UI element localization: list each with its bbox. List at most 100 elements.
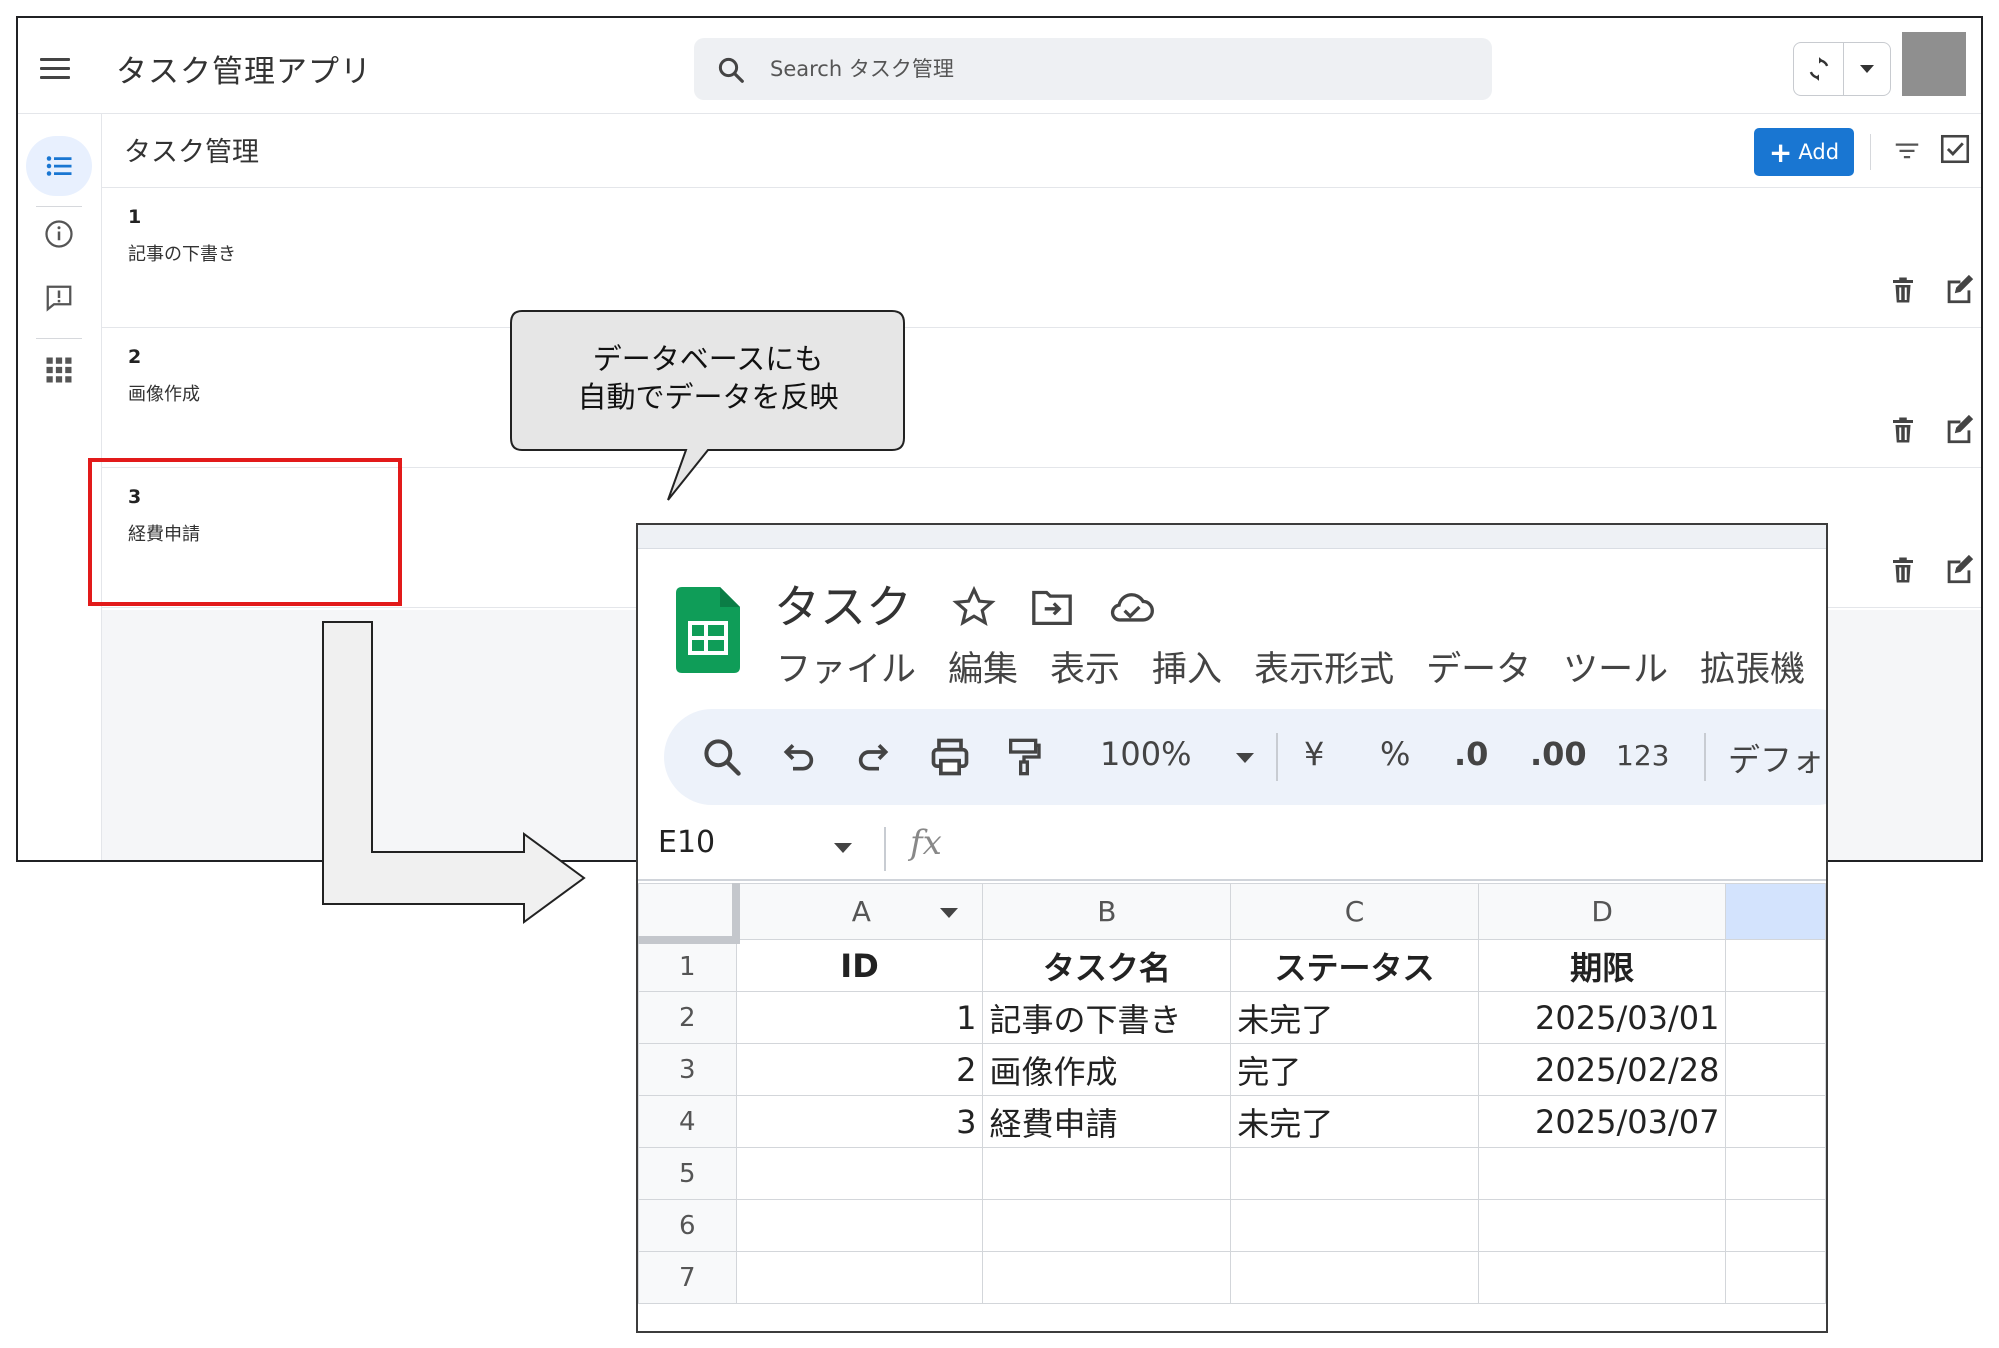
zoom-value[interactable]: 100% xyxy=(1100,735,1191,773)
avatar[interactable] xyxy=(1902,32,1966,96)
cell[interactable] xyxy=(1725,1043,1826,1096)
cell[interactable]: 1 xyxy=(735,991,984,1044)
nav-list-icon[interactable] xyxy=(26,136,92,196)
font-select[interactable]: デフォ. xyxy=(1728,735,1826,781)
cell[interactable]: 3 xyxy=(735,1095,984,1148)
currency-format-button[interactable]: ¥ xyxy=(1304,735,1324,773)
cell[interactable] xyxy=(1230,1199,1479,1252)
cell[interactable]: 2025/03/01 xyxy=(1477,991,1727,1044)
menu-insert[interactable]: 挿入 xyxy=(1152,641,1222,692)
increase-decimal-button[interactable]: .00 xyxy=(1530,735,1587,773)
menu-format[interactable]: 表示形式 xyxy=(1254,641,1394,692)
cell[interactable] xyxy=(982,1199,1232,1252)
decrease-decimal-button[interactable]: .0 xyxy=(1454,735,1488,773)
redo-icon[interactable] xyxy=(854,733,894,781)
cell[interactable] xyxy=(1725,1251,1826,1304)
menu-tools[interactable]: ツール xyxy=(1563,641,1668,692)
header-cell[interactable]: タスク名 xyxy=(982,939,1232,992)
menu-edit[interactable]: 編集 xyxy=(948,641,1018,692)
row-number[interactable]: 4 xyxy=(638,1095,737,1148)
document-title[interactable]: タスク xyxy=(774,571,912,637)
delete-icon[interactable] xyxy=(1888,414,1918,446)
delete-icon[interactable] xyxy=(1888,554,1918,586)
cell[interactable] xyxy=(1477,1147,1727,1200)
search-menu-icon[interactable] xyxy=(700,733,744,781)
delete-icon[interactable] xyxy=(1888,274,1918,306)
cell[interactable]: 2025/03/07 xyxy=(1477,1095,1727,1148)
cell[interactable]: 未完了 xyxy=(1230,991,1479,1044)
search-input[interactable]: Search タスク管理 xyxy=(770,38,954,100)
header-cell[interactable]: ID xyxy=(735,939,984,992)
edit-icon[interactable] xyxy=(1942,552,1976,586)
filter-icon[interactable] xyxy=(1892,136,1922,166)
menu-data[interactable]: データ xyxy=(1426,641,1531,692)
header-cell[interactable]: 期限 xyxy=(1477,939,1727,992)
sync-button[interactable] xyxy=(1794,43,1844,95)
cell[interactable]: 完了 xyxy=(1230,1043,1479,1096)
star-icon[interactable] xyxy=(952,585,996,629)
task-row[interactable]: 1 記事の下書き xyxy=(102,188,1981,328)
name-box-dropdown-icon[interactable] xyxy=(834,843,852,853)
edit-icon[interactable] xyxy=(1942,272,1976,306)
callout-line-2: 自動でデータを反映 xyxy=(577,380,839,414)
number-format-button[interactable]: 123 xyxy=(1616,739,1669,772)
cell[interactable]: 経費申請 xyxy=(982,1095,1232,1148)
cell[interactable] xyxy=(735,1251,984,1304)
zoom-dropdown-icon[interactable] xyxy=(1236,753,1254,763)
cell[interactable] xyxy=(1230,1251,1479,1304)
feedback-icon[interactable] xyxy=(26,268,92,328)
column-header-b[interactable]: B xyxy=(982,883,1232,940)
cell[interactable]: 画像作成 xyxy=(982,1043,1232,1096)
cell[interactable] xyxy=(1477,1199,1727,1252)
cell[interactable] xyxy=(735,1147,984,1200)
menu-icon[interactable] xyxy=(40,58,70,80)
cell[interactable] xyxy=(1230,1147,1479,1200)
edit-icon[interactable] xyxy=(1942,412,1976,446)
sheet-row: 6 xyxy=(638,1199,1826,1252)
cell[interactable] xyxy=(982,1251,1232,1304)
cell[interactable] xyxy=(1725,991,1826,1044)
cell[interactable] xyxy=(735,1199,984,1252)
cell[interactable] xyxy=(1725,1199,1826,1252)
cell[interactable] xyxy=(1725,1095,1826,1148)
task-row[interactable]: 2 画像作成 xyxy=(102,328,1981,468)
sync-dropdown-button[interactable] xyxy=(1844,43,1890,95)
undo-icon[interactable] xyxy=(778,733,818,781)
name-box[interactable]: E10 xyxy=(658,825,715,860)
column-header-d[interactable]: D xyxy=(1477,883,1727,940)
row-number[interactable]: 7 xyxy=(638,1251,737,1304)
row-number[interactable]: 2 xyxy=(638,991,737,1044)
row-number[interactable]: 5 xyxy=(638,1147,737,1200)
row-number[interactable]: 3 xyxy=(638,1043,737,1096)
cloud-saved-icon[interactable] xyxy=(1108,585,1156,629)
print-icon[interactable] xyxy=(928,733,972,781)
cell[interactable] xyxy=(1725,939,1826,992)
menu-extensions[interactable]: 拡張機 xyxy=(1700,641,1805,692)
row-number[interactable]: 1 xyxy=(638,939,737,992)
cell[interactable] xyxy=(982,1147,1232,1200)
column-header-a[interactable]: A xyxy=(735,883,984,940)
menu-file[interactable]: ファイル xyxy=(776,641,916,692)
add-button[interactable]: + Add xyxy=(1754,128,1854,176)
column-header-c[interactable]: C xyxy=(1230,883,1479,940)
cell[interactable] xyxy=(1725,1147,1826,1200)
select-checkbox-icon[interactable] xyxy=(1938,132,1972,166)
column-menu-icon[interactable] xyxy=(940,908,959,918)
column-header-e[interactable] xyxy=(1725,883,1826,940)
cell[interactable] xyxy=(1477,1251,1727,1304)
cell[interactable]: 2025/02/28 xyxy=(1477,1043,1727,1096)
select-all-corner[interactable] xyxy=(638,883,741,944)
paint-format-icon[interactable] xyxy=(1004,733,1044,781)
apps-grid-icon[interactable] xyxy=(26,340,92,400)
cell[interactable]: 未完了 xyxy=(1230,1095,1479,1148)
cell[interactable]: 記事の下書き xyxy=(982,991,1232,1044)
info-icon[interactable] xyxy=(26,204,92,264)
percent-format-button[interactable]: % xyxy=(1380,735,1410,773)
search-bar[interactable]: Search タスク管理 xyxy=(694,38,1492,100)
row-number[interactable]: 6 xyxy=(638,1199,737,1252)
header-cell[interactable]: ステータス xyxy=(1230,939,1479,992)
menu-view[interactable]: 表示 xyxy=(1050,641,1120,692)
move-folder-icon[interactable] xyxy=(1030,587,1074,627)
cell[interactable]: 2 xyxy=(735,1043,984,1096)
spreadsheet-window: タスク ファイル 編集 表示 挿入 表示形式 データ ツール 拡張機 100% ¥ % .0 … xyxy=(636,523,1828,1333)
